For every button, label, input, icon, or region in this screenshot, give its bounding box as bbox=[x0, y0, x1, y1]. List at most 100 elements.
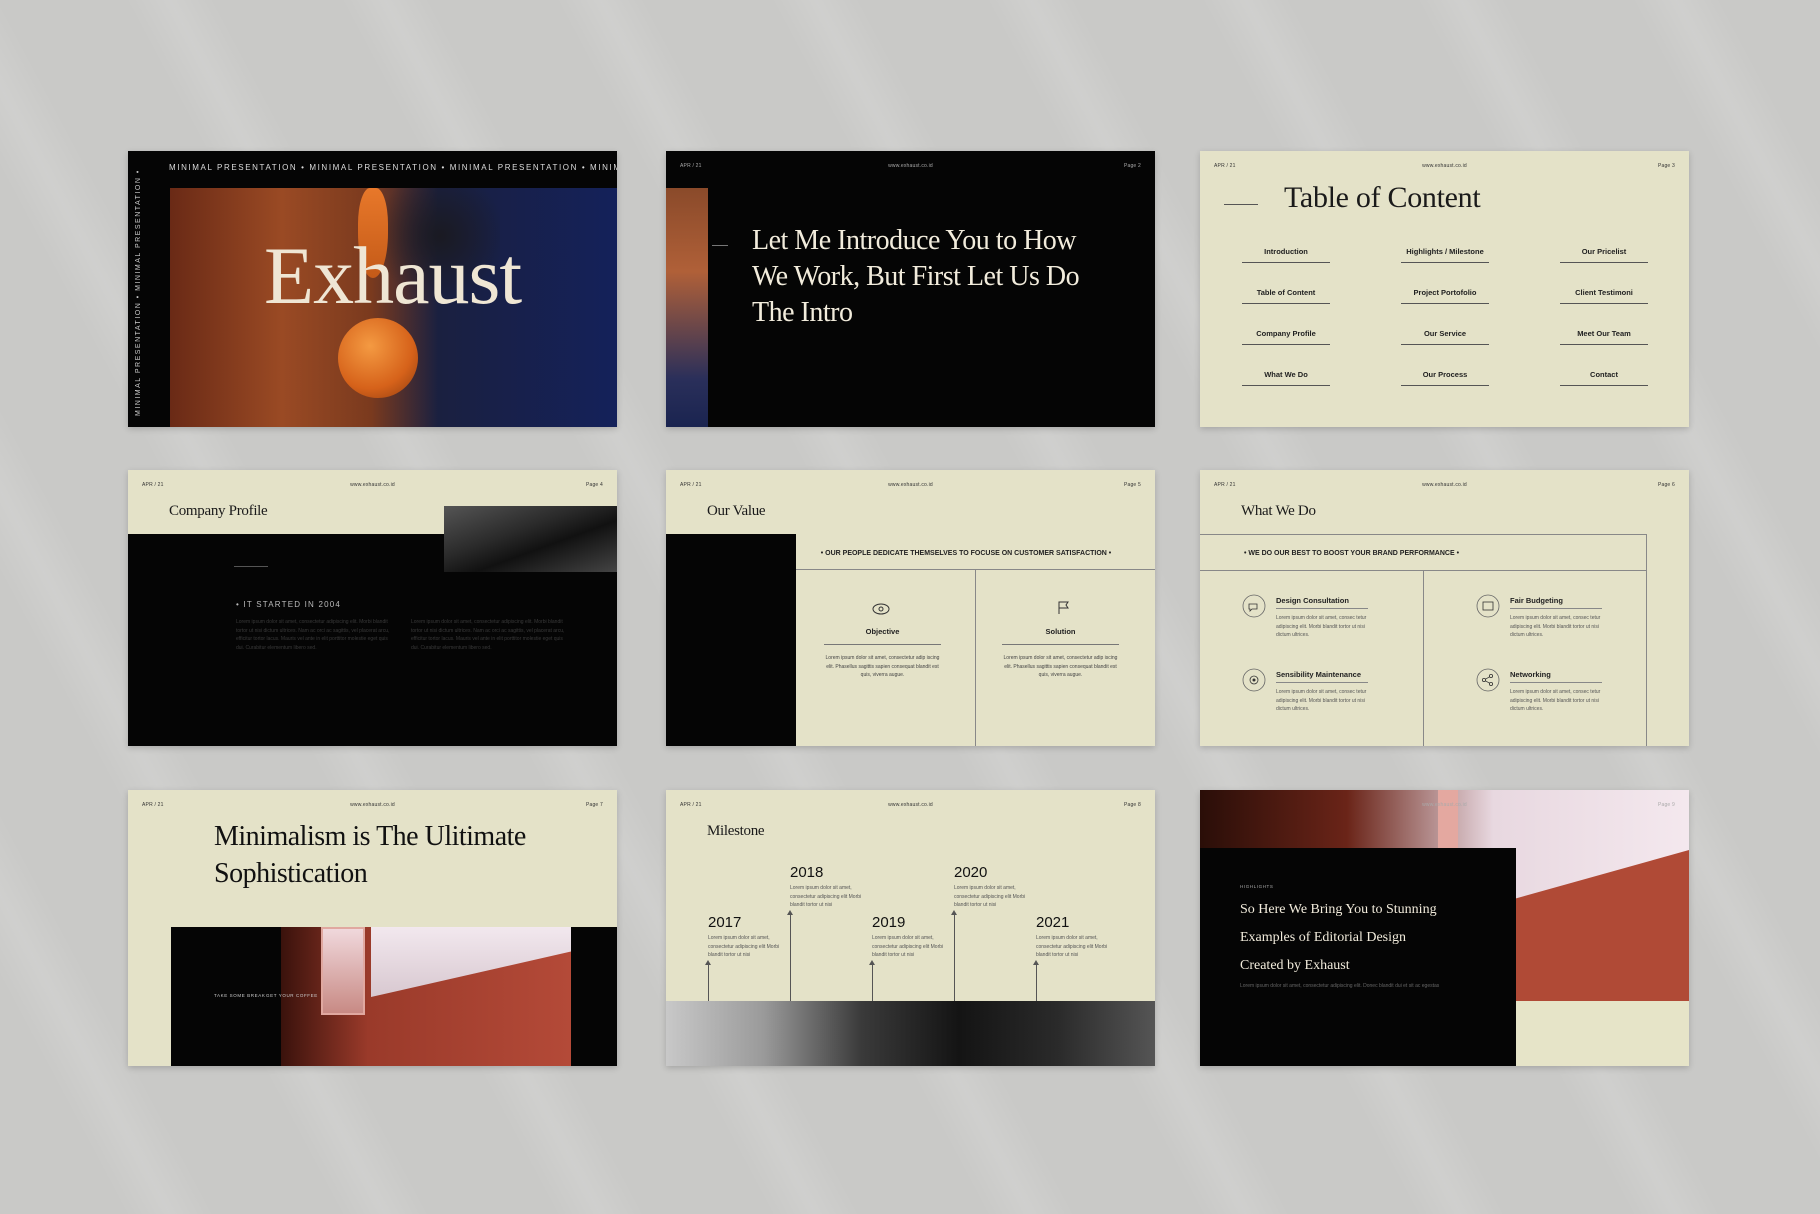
banner-text: • OUR PEOPLE DEDICATE THEMSELVES TO FOCU… bbox=[820, 550, 1112, 557]
solution-rule bbox=[1002, 644, 1119, 645]
header-page: Page 5 bbox=[1123, 482, 1141, 488]
toc-item[interactable]: Client Testimoni bbox=[1560, 288, 1648, 304]
eye-icon bbox=[872, 603, 890, 615]
milestone-line bbox=[1036, 964, 1037, 1001]
slide-what-we-do[interactable]: APR / 21 www.exhaust.co.id Page 6 What W… bbox=[1200, 470, 1689, 746]
service-title: Sensibility Maintenance bbox=[1276, 670, 1362, 679]
highlights-body: Lorem ipsum dolor sit amet, consectetur … bbox=[1240, 983, 1440, 989]
building-photo bbox=[444, 506, 617, 572]
caption-2: GET YOUR COFFEE bbox=[266, 993, 318, 998]
milestone-body: Lorem ipsum dolor sit amet, consectetur … bbox=[954, 885, 1026, 908]
slide-toc[interactable]: APR / 21 www.exhaust.co.id Page 3 Table … bbox=[1200, 151, 1689, 427]
solution-title: Solution bbox=[1045, 627, 1076, 636]
header-page: Page 2 bbox=[1123, 163, 1141, 169]
milestone-line bbox=[708, 964, 709, 1001]
wallet-icon bbox=[1476, 594, 1500, 618]
stairs-photo bbox=[666, 1001, 1155, 1066]
page-title: Company Profile bbox=[169, 503, 268, 519]
solution-body: Lorem ipsum dolor sit amet, consectetur … bbox=[1003, 655, 1118, 678]
cover-title: Exhaust bbox=[264, 230, 522, 321]
milestone-line bbox=[954, 914, 955, 1001]
toc-grid: Introduction Highlights / Milestone Our Pr… bbox=[1242, 247, 1662, 386]
slide-minimalism[interactable]: APR / 21 www.exhaust.co.id Page 7 Minima… bbox=[128, 790, 617, 1066]
header-site: www.exhaust.co.id bbox=[888, 163, 933, 169]
milestone-arrow bbox=[951, 910, 957, 915]
slide-intro[interactable]: APR / 21 www.exhaust.co.id Page 2 Let Me… bbox=[666, 151, 1155, 427]
arrow-line bbox=[712, 245, 728, 246]
column-divider bbox=[1423, 570, 1424, 746]
toc-item[interactable]: Highlights / Milestone bbox=[1401, 247, 1489, 263]
portrait-strip bbox=[666, 188, 708, 427]
toc-item[interactable]: Our Process bbox=[1401, 370, 1489, 386]
service-rule bbox=[1510, 682, 1602, 683]
milestone-arrow bbox=[787, 910, 793, 915]
objective-rule bbox=[824, 644, 941, 645]
milestone-body: Lorem ipsum dolor sit amet, consectetur … bbox=[790, 885, 862, 908]
milestone-year: 2017 bbox=[708, 914, 742, 931]
header-site: www.exhaust.co.id bbox=[888, 482, 933, 488]
header-site: www.exhaust.co.id bbox=[350, 802, 395, 808]
milestone-arrow bbox=[705, 960, 711, 965]
milestone-body: Lorem ipsum dolor sit amet, consectetur … bbox=[1036, 935, 1108, 958]
toc-item[interactable]: Introduction bbox=[1242, 247, 1330, 263]
header-page: Page 6 bbox=[1657, 482, 1675, 488]
orange-fruit bbox=[338, 318, 418, 398]
toc-title: Table of Content bbox=[1284, 181, 1481, 214]
toc-item[interactable]: What We Do bbox=[1242, 370, 1330, 386]
milestone-arrow bbox=[1033, 960, 1039, 965]
pink-column bbox=[1438, 790, 1458, 850]
milestone-year: 2019 bbox=[872, 914, 906, 931]
toc-item[interactable]: Company Profile bbox=[1242, 329, 1330, 345]
toc-item[interactable]: Contact bbox=[1560, 370, 1648, 386]
milestone-line bbox=[790, 914, 791, 1001]
share-icon bbox=[1476, 668, 1500, 692]
service-title: Networking bbox=[1510, 670, 1551, 679]
marquee-text: MINIMAL PRESENTATION • MINIMAL PRESENTAT… bbox=[169, 163, 617, 172]
page-title: What We Do bbox=[1241, 503, 1316, 519]
arrow-line bbox=[234, 566, 268, 567]
service-rule bbox=[1276, 682, 1368, 683]
toc-item[interactable]: Meet Our Team bbox=[1560, 329, 1648, 345]
header-site: www.exhaust.co.id bbox=[1422, 482, 1467, 488]
milestone-year: 2018 bbox=[790, 864, 824, 881]
minimalism-headline: Minimalism is The Ulitimate Sophisticati… bbox=[214, 821, 526, 889]
service-title: Design Consultation bbox=[1276, 596, 1349, 605]
slide-milestone[interactable]: APR / 21 www.exhaust.co.id Page 8 Milest… bbox=[666, 790, 1155, 1066]
service-body: Lorem ipsum dolor sit amet, consec tetur… bbox=[1276, 689, 1367, 712]
header-site: www.exhaust.co.id bbox=[1422, 163, 1467, 169]
service-body: Lorem ipsum dolor sit amet, consec tetur… bbox=[1510, 615, 1601, 638]
milestone-line bbox=[872, 964, 873, 1001]
header-page: Page 8 bbox=[1123, 802, 1141, 808]
body-col-2: Lorem ipsum dolor sit amet, consectetur … bbox=[411, 619, 565, 651]
slide-highlights[interactable]: www.exhaust.co.id Page 9 HIGHLIGHTS So H… bbox=[1200, 790, 1689, 1066]
header-site: www.exhaust.co.id bbox=[1422, 802, 1467, 808]
column-divider bbox=[975, 570, 976, 746]
toc-item[interactable]: Our Pricelist bbox=[1560, 247, 1648, 263]
highlights-headline: So Here We Bring You to Stunning Example… bbox=[1240, 902, 1437, 973]
toc-item[interactable]: Project Portofolio bbox=[1401, 288, 1489, 304]
chat-icon bbox=[1242, 594, 1266, 618]
objective-title: Objective bbox=[865, 627, 900, 636]
slide-our-value[interactable]: APR / 21 www.exhaust.co.id Page 5 Our Va… bbox=[666, 470, 1155, 746]
header-page: Page 7 bbox=[585, 802, 603, 808]
slide-cover[interactable]: MINIMAL PRESENTATION • MINIMAL PRESENTAT… bbox=[128, 151, 617, 427]
window-frame bbox=[321, 927, 365, 1015]
header-site: www.exhaust.co.id bbox=[888, 802, 933, 808]
milestone-body: Lorem ipsum dolor sit amet, consectetur … bbox=[872, 935, 944, 958]
page-title: Milestone bbox=[707, 823, 765, 839]
header-page: Page 4 bbox=[585, 482, 603, 488]
vertical-text: MINIMAL PRESENTATION • MINIMAL PRESENTAT… bbox=[135, 169, 142, 416]
header-site: www.exhaust.co.id bbox=[350, 482, 395, 488]
service-body: Lorem ipsum dolor sit amet, consec tetur… bbox=[1510, 689, 1601, 712]
service-rule bbox=[1510, 608, 1602, 609]
service-title: Fair Budgeting bbox=[1510, 596, 1563, 605]
milestone-body: Lorem ipsum dolor sit amet, consectetur … bbox=[708, 935, 780, 958]
slide-company-profile[interactable]: APR / 21 www.exhaust.co.id Page 4 Compan… bbox=[128, 470, 617, 746]
gear-icon bbox=[1242, 668, 1266, 692]
milestone-year: 2021 bbox=[1036, 914, 1070, 931]
service-rule bbox=[1276, 608, 1368, 609]
arrow-line bbox=[1224, 204, 1258, 205]
body-col-1: Lorem ipsum dolor sit amet, consectetur … bbox=[236, 619, 390, 651]
toc-item[interactable]: Our Service bbox=[1401, 329, 1489, 345]
toc-item[interactable]: Table of Content bbox=[1242, 288, 1330, 304]
